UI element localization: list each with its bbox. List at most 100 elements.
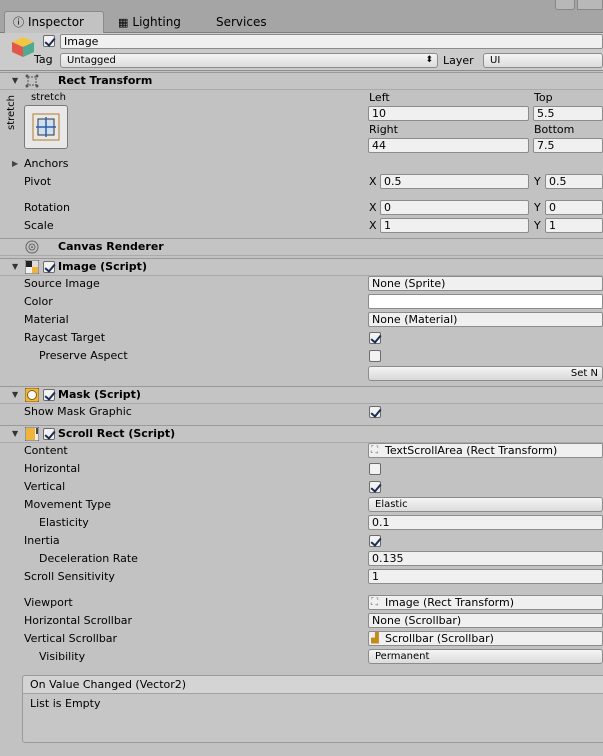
info-icon: ⓘ xyxy=(13,15,24,29)
visibility-dropdown[interactable]: Permanent xyxy=(368,649,603,664)
image-script-header[interactable]: ▼ Image (Script) xyxy=(0,258,603,276)
vertical-scrollbar-field[interactable]: ▟ Scrollbar (Scrollbar) xyxy=(368,631,603,646)
window-menu-button[interactable] xyxy=(555,0,575,10)
rotation-label: Rotation xyxy=(24,201,71,214)
image-component-icon xyxy=(25,260,39,274)
scroll-rect-enabled-checkbox[interactable] xyxy=(43,428,55,440)
content-field-value: TextScrollArea (Rect Transform) xyxy=(385,444,558,457)
canvas-renderer-header[interactable]: Canvas Renderer xyxy=(0,238,603,256)
mask-script-header[interactable]: ▼ Mask (Script) xyxy=(0,386,603,404)
anchors-label[interactable]: Anchors xyxy=(24,157,69,171)
anchor-preset-top-label: stretch xyxy=(31,92,66,103)
layer-dropdown[interactable]: UI xyxy=(483,53,603,68)
color-field[interactable] xyxy=(368,294,603,309)
show-mask-graphic-label: Show Mask Graphic xyxy=(24,405,132,418)
scroll-rect-icon xyxy=(25,427,39,441)
anchors-foldout-icon[interactable]: ▶ xyxy=(12,157,18,171)
pivot-label: Pivot xyxy=(24,175,52,188)
anchor-stretch-icon xyxy=(32,113,60,141)
pivot-x-field[interactable]: 0.5 xyxy=(380,174,529,189)
lighting-grid-icon: ▦ xyxy=(118,15,129,29)
vertical-scrollbar-field-value: Scrollbar (Scrollbar) xyxy=(385,632,494,645)
set-native-size-button[interactable]: Set N xyxy=(368,366,603,381)
horizontal-scrollbar-field[interactable]: None (Scrollbar) xyxy=(368,613,603,628)
foldout-open-icon[interactable]: ▼ xyxy=(12,387,18,403)
window-button[interactable] xyxy=(577,0,603,10)
raycast-target-checkbox[interactable] xyxy=(369,332,381,344)
rotation-y-label: Y xyxy=(534,201,541,214)
anchor-presets-button[interactable] xyxy=(24,105,68,149)
deceleration-rate-label: Deceleration Rate xyxy=(39,552,138,565)
top-field[interactable]: 5.5 xyxy=(533,106,603,121)
scale-x-label: X xyxy=(369,219,377,232)
deceleration-rate-field[interactable]: 0.135 xyxy=(368,551,603,566)
scale-y-field[interactable]: 1 xyxy=(545,218,603,233)
on-value-changed-event: On Value Changed (Vector2) List is Empty xyxy=(22,675,603,743)
gameobject-name-field[interactable]: Image xyxy=(60,34,603,49)
left-field[interactable]: 10 xyxy=(368,106,529,121)
scale-label: Scale xyxy=(24,219,54,232)
movement-type-label: Movement Type xyxy=(24,498,112,511)
elasticity-label: Elasticity xyxy=(39,516,89,529)
tab-inspector[interactable]: ⓘ Inspector xyxy=(4,11,104,33)
foldout-open-icon[interactable]: ▼ xyxy=(12,73,18,89)
rect-transform-title: Rect Transform xyxy=(58,74,153,87)
rotation-x-field[interactable]: 0 xyxy=(380,200,529,215)
scale-x-field[interactable]: 1 xyxy=(380,218,529,233)
tab-inspector-label: Inspector xyxy=(28,15,84,29)
tag-dropdown[interactable]: Untagged ⬍ xyxy=(60,53,438,68)
image-enabled-checkbox[interactable] xyxy=(43,261,55,273)
inertia-label: Inertia xyxy=(24,534,60,547)
canvas-renderer-icon xyxy=(25,240,39,254)
scroll-rect-header[interactable]: ▼ Scroll Rect (Script) xyxy=(0,425,603,443)
visibility-value: Permanent xyxy=(375,651,430,662)
pivot-y-label: Y xyxy=(534,175,541,188)
rect-transform-header[interactable]: ▼ Rect Transform xyxy=(0,72,603,90)
left-label: Left xyxy=(369,91,390,104)
gameobject-header: Image Tag Untagged ⬍ Layer UI xyxy=(0,33,603,71)
image-script-title: Image (Script) xyxy=(58,260,147,273)
source-image-field[interactable]: None (Sprite) xyxy=(368,276,603,291)
tab-lighting[interactable]: ▦ Lighting xyxy=(110,12,181,33)
top-label: Top xyxy=(534,91,553,104)
foldout-open-icon[interactable]: ▼ xyxy=(12,426,18,442)
scroll-sensitivity-field[interactable]: 1 xyxy=(368,569,603,584)
right-field[interactable]: 44 xyxy=(368,138,529,153)
movement-type-value: Elastic xyxy=(375,499,408,510)
material-field[interactable]: None (Material) xyxy=(368,312,603,327)
vertical-checkbox[interactable] xyxy=(369,481,381,493)
event-empty-text: List is Empty xyxy=(30,697,101,710)
raycast-target-label: Raycast Target xyxy=(24,331,106,344)
show-mask-graphic-checkbox[interactable] xyxy=(369,406,381,418)
rect-transform-small-icon: ⛶ xyxy=(371,445,378,456)
viewport-field-value: Image (Rect Transform) xyxy=(385,596,515,609)
inertia-checkbox[interactable] xyxy=(369,535,381,547)
rotation-y-field[interactable]: 0 xyxy=(545,200,603,215)
tab-lighting-label: Lighting xyxy=(132,15,181,29)
content-field[interactable]: ⛶ TextScrollArea (Rect Transform) xyxy=(368,443,603,458)
gameobject-cube-icon xyxy=(12,37,34,57)
bottom-field[interactable]: 7.5 xyxy=(533,138,603,153)
gameobject-active-checkbox[interactable] xyxy=(43,35,55,47)
foldout-open-icon[interactable]: ▼ xyxy=(12,259,18,275)
color-label: Color xyxy=(24,295,53,308)
mask-enabled-checkbox[interactable] xyxy=(43,389,55,401)
horizontal-scrollbar-label: Horizontal Scrollbar xyxy=(24,614,133,627)
source-image-label: Source Image xyxy=(24,277,100,290)
pivot-x-label: X xyxy=(369,175,377,188)
horizontal-checkbox[interactable] xyxy=(369,463,381,475)
mask-script-title: Mask (Script) xyxy=(58,388,141,401)
vertical-label: Vertical xyxy=(24,480,66,493)
horizontal-label: Horizontal xyxy=(24,462,81,475)
pivot-y-field[interactable]: 0.5 xyxy=(545,174,603,189)
tag-dropdown-value: Untagged xyxy=(67,55,116,66)
right-label: Right xyxy=(369,123,398,136)
scroll-rect-title: Scroll Rect (Script) xyxy=(58,427,176,440)
preserve-aspect-checkbox[interactable] xyxy=(369,350,381,362)
movement-type-dropdown[interactable]: Elastic xyxy=(368,497,603,512)
preserve-aspect-label: Preserve Aspect xyxy=(39,349,128,362)
visibility-label: Visibility xyxy=(39,650,86,663)
tab-services[interactable]: Services xyxy=(208,12,267,33)
viewport-field[interactable]: ⛶ Image (Rect Transform) xyxy=(368,595,603,610)
elasticity-field[interactable]: 0.1 xyxy=(368,515,603,530)
